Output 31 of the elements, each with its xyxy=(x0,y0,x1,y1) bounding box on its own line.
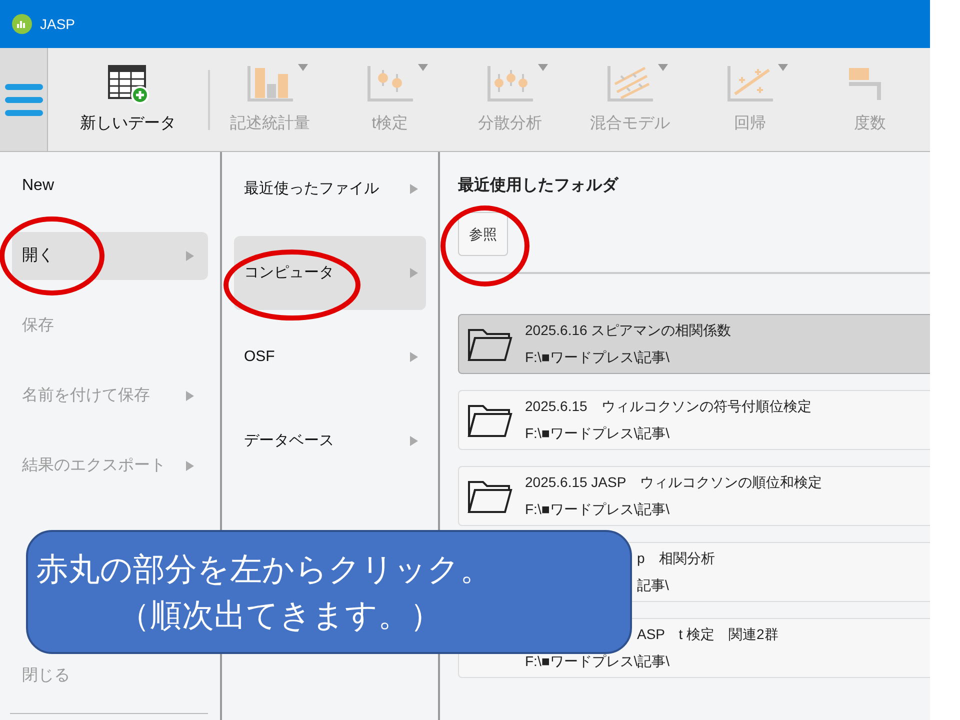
folder-row[interactable]: 2025.6.16 スピアマンの相関係数 F:\■ワードプレス\記事\ xyxy=(458,314,930,374)
folder-row[interactable]: 2025.6.15 ウィルコクソンの符号付順位検定 F:\■ワードプレス\記事\ xyxy=(458,390,930,450)
folder-name: ASP t 検定 関連2群 xyxy=(636,625,778,644)
menu-item[interactable]: 開く xyxy=(12,232,208,280)
window-title: JASP xyxy=(40,14,76,34)
menu-icon xyxy=(4,82,42,116)
submenu-arrow-icon xyxy=(410,184,418,194)
folder-row[interactable]: 2025.6.15 JASP ウィルコクソンの順位和検定 F:\■ワードプレス\記事\ xyxy=(458,466,930,526)
folder-name: p 相関分析 xyxy=(636,549,715,568)
menu-item[interactable]: データベース xyxy=(234,404,426,478)
folder-name: 2025.6.15 JASP ウィルコクソンの順位和検定 xyxy=(525,473,822,492)
submenu-arrow-icon xyxy=(410,268,418,278)
browse-button[interactable]: 参照 xyxy=(458,212,508,256)
menu-item[interactable]: コンピュータ xyxy=(234,236,426,310)
menu-button[interactable] xyxy=(0,48,48,151)
toolbar-button[interactable]: 新しいデータ xyxy=(48,48,208,151)
folder-path: F:\■ワードプレス\記事\ xyxy=(525,424,671,443)
submenu-arrow-icon xyxy=(410,436,418,446)
section-heading: 最近使用したフォルダ xyxy=(458,175,620,196)
submenu-arrow-icon xyxy=(410,352,418,362)
folder-path: F:\■ワードプレス\記事\ xyxy=(525,348,671,367)
callout-text: （順次出てきます。） xyxy=(117,596,443,635)
menu-item[interactable]: 最近使ったファイル xyxy=(234,152,426,226)
folder-name: 2025.6.16 スピアマンの相関係数 xyxy=(525,321,732,340)
menu-item[interactable]: New xyxy=(12,162,208,210)
folder-path: 記事\ xyxy=(636,576,670,595)
folder-path: F:\■ワードプレス\記事\ xyxy=(525,652,671,671)
folder-path: F:\■ワードプレス\記事\ xyxy=(525,500,671,519)
folder-name: 2025.6.15 ウィルコクソンの符号付順位検定 xyxy=(525,397,812,416)
app-logo-icon xyxy=(12,14,32,34)
menu-item[interactable]: OSF xyxy=(234,320,426,394)
